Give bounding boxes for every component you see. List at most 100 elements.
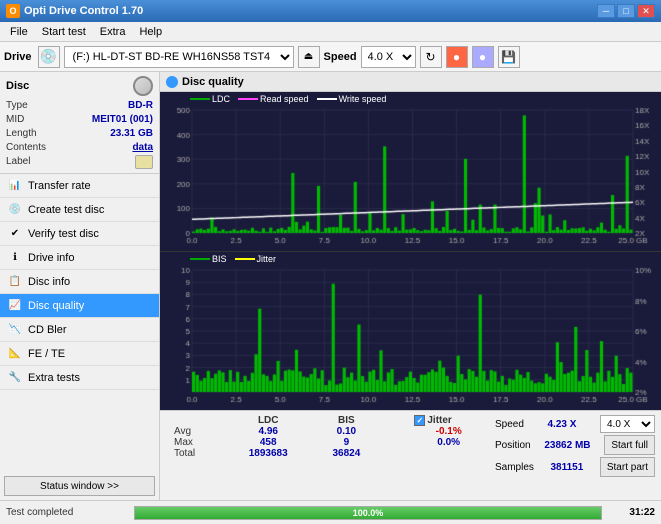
disc-quality-icon: 📈 (8, 299, 22, 313)
create-test-disc-icon: 💿 (8, 203, 22, 217)
stats-row: LDC BIS ✓ Jitter (166, 415, 655, 477)
disc-icon (133, 76, 153, 96)
max-spacer (381, 437, 406, 448)
right-stats: Speed 4.23 X 4.0 X Position 23862 MB Sta… (495, 415, 655, 477)
app-icon: O (6, 4, 20, 18)
write-speed-legend-color (317, 98, 337, 100)
start-part-button[interactable]: Start part (600, 457, 655, 477)
chart2-legend: BIS Jitter (190, 254, 276, 264)
disc-type-value: BD-R (128, 99, 153, 113)
drive-select[interactable]: (F:) HL-DT-ST BD-RE WH16NS58 TST4 (64, 46, 294, 68)
read-speed-legend-item: Read speed (238, 94, 309, 104)
save-button[interactable]: 💾 (498, 46, 520, 68)
disc-contents-value[interactable]: data (132, 141, 153, 155)
stats-row-max: Max 458 9 0.0% (166, 437, 491, 448)
stats-header-jitter: ✓ Jitter (406, 415, 491, 426)
nav-extra-tests[interactable]: 🔧 Extra tests (0, 366, 159, 390)
disc-info-length: Length 23.31 GB (6, 127, 153, 141)
title-bar: O Opti Drive Control 1.70 ─ □ ✕ (0, 0, 661, 22)
read-speed-legend-label: Read speed (260, 94, 309, 104)
jitter-legend-color (235, 258, 255, 260)
menu-extra[interactable]: Extra (94, 24, 132, 40)
disc-write-btn[interactable]: ● (472, 46, 494, 68)
disc-info-icon: 📋 (8, 275, 22, 289)
position-stat-row: Position 23862 MB Start full (495, 435, 655, 455)
nav-create-test-disc[interactable]: 💿 Create test disc (0, 198, 159, 222)
disc-info-type: Type BD-R (6, 99, 153, 113)
nav-fe-te[interactable]: 📐 FE / TE (0, 342, 159, 366)
drive-label: Drive (4, 51, 32, 63)
jitter-checkbox[interactable]: ✓ (414, 415, 425, 426)
disc-label-icon[interactable] (135, 155, 153, 169)
jitter-checkbox-row: ✓ Jitter (414, 415, 483, 426)
status-time: 31:22 (610, 507, 655, 518)
disc-read-btn[interactable]: ● (446, 46, 468, 68)
avg-bis: 0.10 (312, 426, 381, 437)
nav-verify-test-disc[interactable]: ✔ Verify test disc (0, 222, 159, 246)
stats-header-ldc: LDC (225, 415, 312, 426)
disc-mid-label: MID (6, 113, 24, 127)
nav-drive-info[interactable]: ℹ Drive info (0, 246, 159, 270)
speed-stat-label: Speed (495, 419, 524, 430)
samples-stat-row: Samples 381151 Start part (495, 457, 655, 477)
close-button[interactable]: ✕ (637, 4, 655, 18)
chart1-wrapper: LDC Read speed Write speed (160, 92, 661, 252)
disc-length-value: 23.31 GB (110, 127, 153, 141)
minimize-button[interactable]: ─ (597, 4, 615, 18)
avg-label: Avg (166, 426, 225, 437)
menu-file[interactable]: File (4, 24, 34, 40)
disc-length-label: Length (6, 127, 37, 141)
chart2-wrapper: BIS Jitter (160, 252, 661, 410)
progress-bar-text: 100.0% (353, 508, 384, 518)
stats-row-avg: Avg 4.96 0.10 -0.1% (166, 426, 491, 437)
ldc-legend-color (190, 98, 210, 100)
quality-header-icon (166, 76, 178, 88)
fe-te-icon: 📐 (8, 347, 22, 361)
quality-header: Disc quality (160, 72, 661, 92)
quality-title: Disc quality (182, 76, 244, 88)
drive-icon-btn[interactable]: 💿 (38, 46, 60, 68)
stats-header-bis: BIS (312, 415, 381, 426)
nav-transfer-rate[interactable]: 📊 Transfer rate (0, 174, 159, 198)
jitter-check-label: Jitter (427, 415, 451, 426)
refresh-button[interactable]: ↻ (420, 46, 442, 68)
speed-select[interactable]: 4.0 X 1.0 X 2.0 X 6.0 X 8.0 X (361, 46, 416, 68)
samples-stat-label: Samples (495, 462, 534, 473)
start-full-button[interactable]: Start full (604, 435, 655, 455)
extra-tests-icon: 🔧 (8, 371, 22, 385)
stats-table: LDC BIS ✓ Jitter (166, 415, 491, 459)
eject-button[interactable]: ⏏ (298, 46, 320, 68)
avg-jitter: -0.1% (406, 426, 491, 437)
disc-info-label: Label (6, 155, 153, 169)
nav-disc-info[interactable]: 📋 Disc info (0, 270, 159, 294)
disc-panel-title: Disc (6, 80, 29, 92)
drive-info-icon: ℹ (8, 251, 22, 265)
menu-start-test[interactable]: Start test (36, 24, 92, 40)
total-bis: 36824 (312, 448, 381, 459)
nav-cd-bler[interactable]: 📉 CD Bler (0, 318, 159, 342)
position-stat-value: 23862 MB (544, 440, 590, 451)
stats-table-area: LDC BIS ✓ Jitter (166, 415, 491, 459)
cd-bler-icon: 📉 (8, 323, 22, 337)
nav-disc-quality[interactable]: 📈 Disc quality (0, 294, 159, 318)
menu-bar: File Start test Extra Help (0, 22, 661, 42)
total-ldc: 1893683 (225, 448, 312, 459)
status-bar: Test completed 100.0% 31:22 (0, 500, 661, 524)
sidebar: Disc Type BD-R MID MEIT01 (001) Length 2… (0, 72, 160, 500)
disc-mid-value: MEIT01 (001) (92, 113, 153, 127)
nav-drive-info-label: Drive info (28, 252, 74, 264)
stats-header-spacer (381, 415, 406, 426)
nav-verify-test-disc-label: Verify test disc (28, 228, 99, 240)
status-window-button[interactable]: Status window >> (4, 476, 155, 496)
speed-stat-select[interactable]: 4.0 X (600, 415, 655, 433)
total-spacer (381, 448, 406, 459)
disc-panel: Disc Type BD-R MID MEIT01 (001) Length 2… (0, 72, 159, 174)
chart1-legend: LDC Read speed Write speed (190, 94, 386, 104)
title-bar-controls: ─ □ ✕ (597, 4, 655, 18)
maximize-button[interactable]: □ (617, 4, 635, 18)
nav-disc-info-label: Disc info (28, 276, 70, 288)
total-jitter (406, 448, 491, 459)
bis-legend-label: BIS (212, 254, 227, 264)
menu-help[interactable]: Help (133, 24, 168, 40)
progress-bar-container: 100.0% (134, 506, 602, 520)
